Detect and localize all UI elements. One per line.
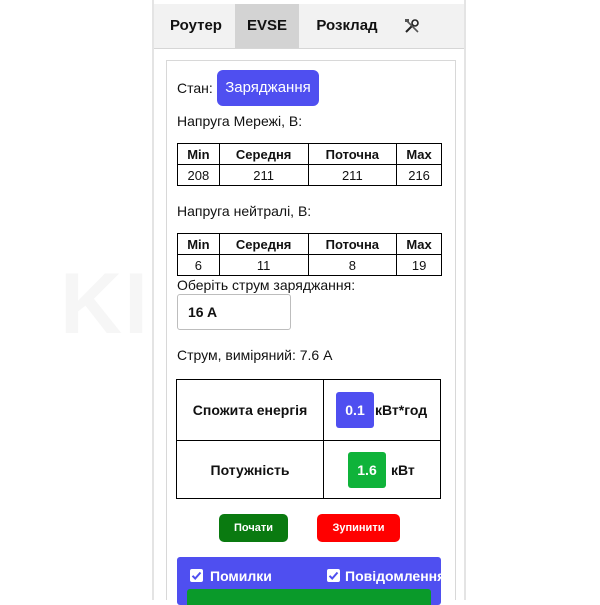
checkmark-icon [191, 571, 202, 580]
cell-max: 216 [396, 164, 442, 186]
power-label: Потужність [210, 462, 290, 478]
table-row: 208 211 211 216 [177, 164, 442, 186]
tab-bar: Роутер EVSE Розклад [154, 4, 464, 49]
cell-min: 208 [177, 164, 220, 186]
cell-min: 6 [177, 254, 220, 276]
table-header-row: Min Середня Поточна Max [177, 143, 442, 165]
log-filter-bar: Помилки Повідомлення [177, 557, 441, 605]
grid-divider-vertical [323, 380, 324, 498]
energy-value: 0.1 [336, 392, 374, 428]
checkmark-icon [328, 571, 339, 580]
table-header-row: Min Середня Поточна Max [177, 233, 442, 255]
notifications-label: Повідомлення [345, 568, 441, 584]
state-badge[interactable]: Заряджання [217, 70, 319, 106]
errors-label: Помилки [210, 568, 272, 584]
grid-divider-horizontal [177, 440, 440, 441]
energy-unit: кВт*год [375, 402, 428, 418]
energy-label: Спожита енергія [192, 402, 308, 418]
header-max: Max [396, 233, 442, 255]
tab-schedule[interactable]: Розклад [306, 4, 388, 48]
log-green-strip [187, 589, 431, 605]
start-button[interactable]: Почати [219, 514, 288, 542]
content-card [166, 60, 456, 600]
errors-checkbox[interactable] [190, 569, 203, 582]
cell-max: 19 [396, 254, 442, 276]
header-average: Середня [218, 143, 309, 165]
notifications-checkbox[interactable] [327, 569, 340, 582]
measured-current-text: Струм, виміряний: 7.6 A [177, 347, 333, 363]
cell-average: 11 [218, 254, 309, 276]
cell-average: 211 [218, 164, 309, 186]
tab-router[interactable]: Роутер [160, 4, 232, 48]
energy-power-grid: Спожита енергія 0.1 кВт*год Потужність 1… [176, 379, 441, 499]
table-row: 6 11 8 19 [177, 254, 442, 276]
grid-voltage-title: Напруга Мережі, В: [177, 113, 303, 129]
charging-current-select[interactable]: 16 A [177, 294, 291, 330]
header-min: Min [177, 143, 220, 165]
neutral-voltage-table: Min Середня Поточна Max 6 11 8 19 [177, 233, 442, 276]
cell-current: 8 [307, 254, 398, 276]
state-label: Стан: [177, 80, 213, 96]
current-select-label: Оберіть струм заряджання: [177, 277, 356, 293]
header-max: Max [396, 143, 442, 165]
cell-current: 211 [307, 164, 398, 186]
neutral-voltage-title: Напруга нейтралі, В: [177, 203, 312, 219]
stop-button[interactable]: Зупинити [317, 514, 400, 542]
power-value: 1.6 [348, 452, 386, 488]
header-average: Середня [218, 233, 309, 255]
header-current: Поточна [307, 143, 398, 165]
header-current: Поточна [307, 233, 398, 255]
tab-evse[interactable]: EVSE [235, 4, 299, 48]
settings-tools-icon[interactable] [404, 18, 420, 34]
frame-edge-left [152, 0, 154, 600]
frame-edge-right [464, 0, 466, 600]
grid-voltage-table: Min Середня Поточна Max 208 211 211 216 [177, 143, 442, 186]
header-min: Min [177, 233, 220, 255]
power-unit: кВт [391, 462, 415, 478]
